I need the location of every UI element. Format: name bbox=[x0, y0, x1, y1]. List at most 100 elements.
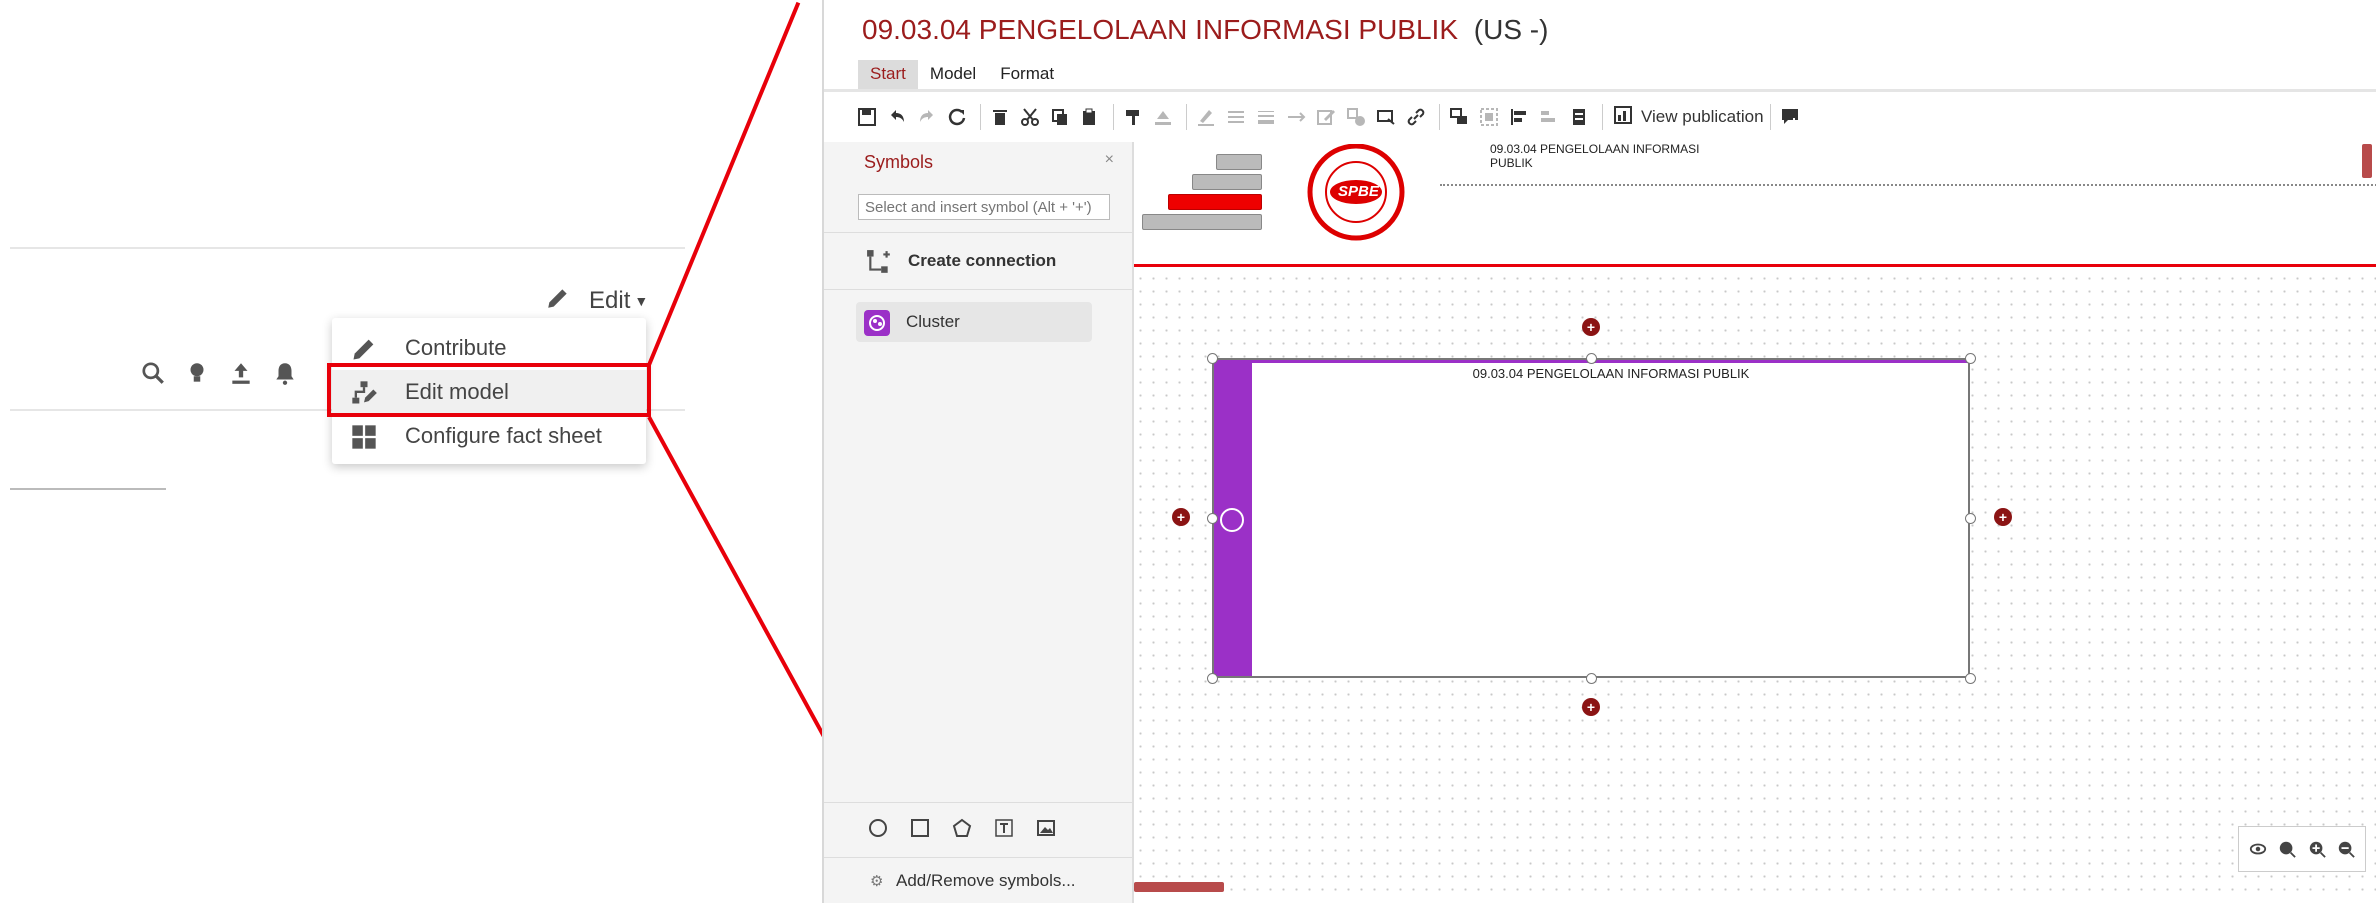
toolbar-separator bbox=[1769, 104, 1771, 130]
menu-item-label: Contribute bbox=[405, 335, 507, 360]
eye-icon[interactable] bbox=[2248, 839, 2268, 859]
symbol-item-cluster[interactable]: Cluster bbox=[856, 302, 1092, 342]
save-icon[interactable] bbox=[854, 104, 880, 130]
symbol-search-input[interactable] bbox=[858, 194, 1110, 220]
tab-start[interactable]: Start bbox=[858, 60, 918, 89]
undo-icon[interactable] bbox=[884, 104, 910, 130]
spbe-logo: SPBE bbox=[1298, 143, 1414, 244]
toolbar-separator bbox=[1186, 104, 1187, 130]
distribute-icon[interactable] bbox=[1536, 104, 1562, 130]
add-comment-icon[interactable] bbox=[1777, 104, 1803, 130]
model-editor: 09.03.04 PENGELOLAAN INFORMASI PUBLIK (U… bbox=[822, 0, 2376, 903]
edit-label: Edit bbox=[589, 287, 631, 314]
pentagon-icon[interactable] bbox=[950, 816, 974, 840]
add-left-icon[interactable]: + bbox=[1172, 508, 1190, 526]
locale-selector[interactable]: (US -) bbox=[1474, 14, 1549, 45]
create-connection-label: Create connection bbox=[908, 251, 1057, 270]
gear-icon: ⚙ bbox=[870, 873, 884, 890]
menu-item-configure-fact-sheet[interactable]: Configure fact sheet bbox=[332, 414, 646, 458]
model-header: SPBE 09.03.04 PENGELOLAAN INFORMASI PUBL… bbox=[1134, 142, 2376, 267]
arrange-icon[interactable] bbox=[1446, 104, 1472, 130]
toolbar-separator bbox=[980, 104, 981, 130]
tab-divider bbox=[824, 89, 2376, 92]
add-right-icon[interactable]: + bbox=[1994, 508, 2012, 526]
arrow-style-icon[interactable] bbox=[1283, 104, 1309, 130]
action-icons bbox=[140, 360, 300, 388]
add-top-icon[interactable]: + bbox=[1582, 318, 1600, 336]
toolbar: View publication bbox=[854, 102, 2376, 132]
resize-handle[interactable] bbox=[1965, 673, 1976, 684]
horizontal-scrollbar[interactable] bbox=[1134, 882, 1224, 892]
resize-handle[interactable] bbox=[1586, 673, 1597, 684]
menu-item-label: Configure fact sheet bbox=[405, 423, 602, 448]
link-icon[interactable] bbox=[1403, 104, 1429, 130]
line-style-icon[interactable] bbox=[1223, 104, 1249, 130]
cluster-icon bbox=[864, 310, 890, 336]
caret-down-icon: ▼ bbox=[634, 293, 649, 309]
upload-icon[interactable] bbox=[228, 360, 256, 388]
image-icon[interactable] bbox=[1034, 816, 1058, 840]
format-painter-icon[interactable] bbox=[1120, 104, 1146, 130]
toolbar-separator bbox=[1113, 104, 1114, 130]
underline-link bbox=[10, 488, 166, 490]
header-bar-1 bbox=[1216, 154, 1262, 170]
delete-icon[interactable] bbox=[987, 104, 1013, 130]
fill-color-icon[interactable] bbox=[1150, 104, 1176, 130]
cut-icon[interactable] bbox=[1017, 104, 1043, 130]
paste-icon[interactable] bbox=[1077, 104, 1103, 130]
resize-handle[interactable] bbox=[1207, 513, 1218, 524]
basic-shapes-row bbox=[824, 802, 1132, 852]
edit-dropdown-button[interactable]: Edit ▼ bbox=[545, 284, 648, 318]
text-box-icon[interactable] bbox=[992, 816, 1016, 840]
add-bottom-icon[interactable]: + bbox=[1582, 698, 1600, 716]
redo-icon[interactable] bbox=[914, 104, 940, 130]
view-publication-button[interactable]: View publication bbox=[1613, 105, 1764, 130]
grid-icon bbox=[350, 423, 378, 451]
title-text: 09.03.04 PENGELOLAAN INFORMASI PUBLIK bbox=[862, 14, 1459, 45]
lightbulb-icon[interactable] bbox=[184, 360, 212, 388]
toolbar-separator bbox=[1439, 104, 1440, 130]
vertical-scrollbar[interactable] bbox=[2362, 144, 2372, 178]
group-icon[interactable] bbox=[1476, 104, 1502, 130]
pencil-icon bbox=[350, 335, 378, 363]
zoom-out-icon[interactable] bbox=[2336, 839, 2356, 859]
cluster-top-border bbox=[1252, 360, 1968, 363]
properties-icon[interactable] bbox=[1566, 104, 1592, 130]
resize-handle[interactable] bbox=[1207, 673, 1218, 684]
bell-icon[interactable] bbox=[272, 360, 300, 388]
line-color-icon[interactable] bbox=[1193, 104, 1219, 130]
resize-handle[interactable] bbox=[1965, 353, 1976, 364]
create-connection-button[interactable]: Create connection bbox=[824, 232, 1132, 290]
tab-format[interactable]: Format bbox=[988, 60, 1066, 89]
zoom-100-icon[interactable] bbox=[2277, 839, 2297, 859]
highlight-box bbox=[327, 363, 651, 417]
resize-handle[interactable] bbox=[1207, 353, 1218, 364]
refresh-icon[interactable] bbox=[944, 104, 970, 130]
model-canvas[interactable]: SPBE 09.03.04 PENGELOLAAN INFORMASI PUBL… bbox=[1134, 142, 2376, 892]
tab-model[interactable]: Model bbox=[918, 60, 988, 89]
square-icon[interactable] bbox=[908, 816, 932, 840]
cluster-label: Cluster bbox=[906, 312, 960, 331]
zoom-controls bbox=[2238, 826, 2366, 872]
shape-outline-icon[interactable] bbox=[1373, 104, 1399, 130]
resize-handle[interactable] bbox=[1965, 513, 1976, 524]
shape-style-icon[interactable] bbox=[1343, 104, 1369, 130]
callout-line-top bbox=[647, 1, 801, 366]
header-dotted-line bbox=[1440, 184, 2376, 186]
line-weight-icon[interactable] bbox=[1253, 104, 1279, 130]
zoom-in-icon[interactable] bbox=[2307, 839, 2327, 859]
connection-icon bbox=[866, 249, 892, 280]
circle-icon[interactable] bbox=[866, 816, 890, 840]
close-icon[interactable]: × bbox=[1105, 151, 1114, 169]
header-bar-3 bbox=[1168, 194, 1262, 210]
cluster-pool[interactable]: 09.03.04 PENGELOLAAN INFORMASI PUBLIK bbox=[1212, 358, 1970, 678]
resize-handle[interactable] bbox=[1586, 353, 1597, 364]
edit-shape-icon[interactable] bbox=[1313, 104, 1339, 130]
symbols-panel: Symbols × Create connection Cluster ⚙ Ad… bbox=[824, 142, 1134, 903]
copy-icon[interactable] bbox=[1047, 104, 1073, 130]
publication-icon bbox=[1613, 105, 1633, 130]
add-remove-symbols-button[interactable]: ⚙ Add/Remove symbols... bbox=[824, 857, 1132, 904]
search-icon[interactable] bbox=[140, 360, 168, 388]
logo-text: SPBE bbox=[1338, 183, 1379, 200]
align-icon[interactable] bbox=[1506, 104, 1532, 130]
